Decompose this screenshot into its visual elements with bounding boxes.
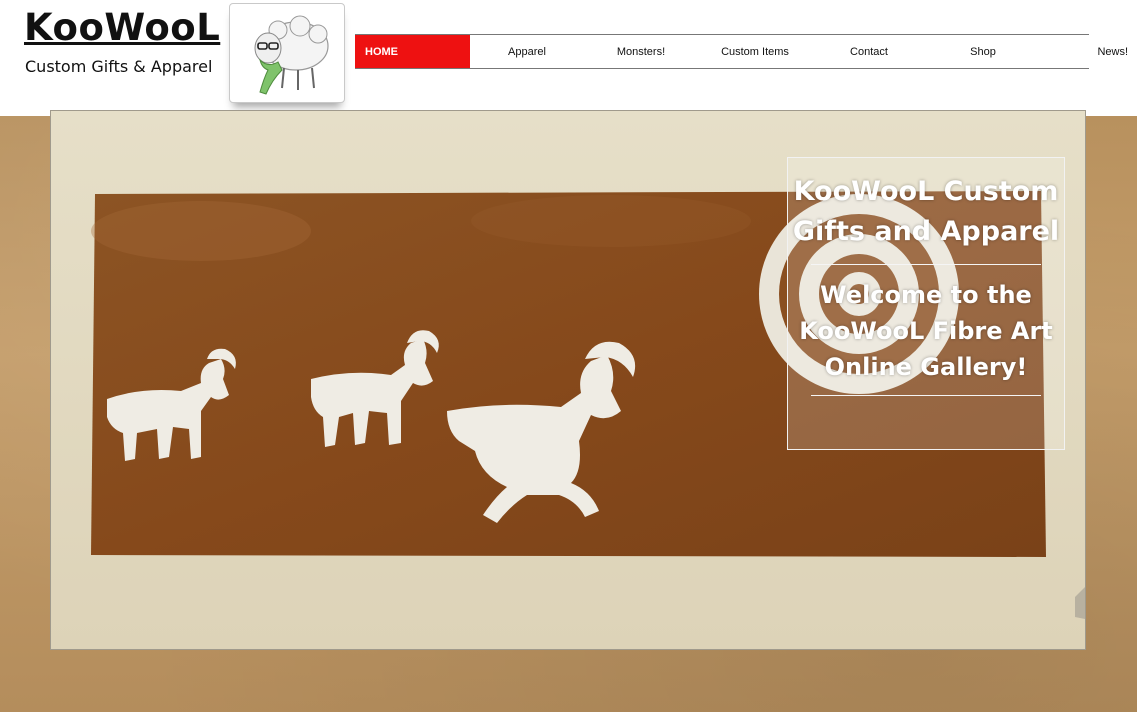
nav-monsters[interactable]: Monsters! xyxy=(584,35,698,68)
welcome-overlay: KooWooL Custom Gifts and Apparel Welcome… xyxy=(787,157,1065,450)
nav-news[interactable]: News! xyxy=(1040,35,1137,68)
nav-apparel[interactable]: Apparel xyxy=(470,35,584,68)
overlay-heading: KooWooL Custom Gifts and Apparel xyxy=(792,176,1060,247)
overlay-divider-bottom xyxy=(811,395,1041,396)
overlay-welcome-text: Welcome to the KooWooL Fibre Art Online … xyxy=(799,281,1053,381)
nav-shop[interactable]: Shop xyxy=(926,35,1040,68)
sheep-with-scarf-icon xyxy=(254,15,329,95)
site-tagline: Custom Gifts & Apparel xyxy=(25,57,213,76)
nav-contact[interactable]: Contact xyxy=(812,35,926,68)
site-title[interactable]: KooWooL xyxy=(24,4,220,52)
nav-custom-items[interactable]: Custom Items xyxy=(698,35,812,68)
sheep-logo[interactable] xyxy=(229,3,345,103)
overlay-divider-top xyxy=(811,264,1041,265)
main-navigation: HOME Apparel Monsters! Custom Items Cont… xyxy=(355,34,1128,69)
site-header: KooWooL Custom Gifts & Apparel HOME Appa… xyxy=(0,0,1137,116)
nav-home[interactable]: HOME xyxy=(355,35,470,68)
